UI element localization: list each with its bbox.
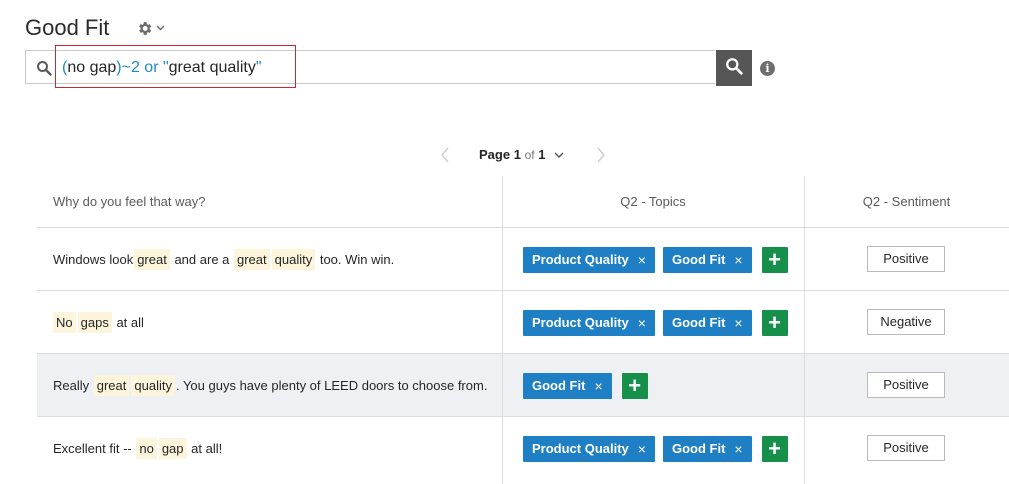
- page-select-chevron-down-icon[interactable]: [553, 148, 565, 160]
- table-row: No gaps at all Product Quality × Good Fit ×…: [37, 291, 1009, 354]
- close-icon[interactable]: ×: [638, 247, 646, 273]
- topic-tags: Good Fit × +: [523, 354, 648, 417]
- search-hit: great: [234, 249, 270, 270]
- close-icon[interactable]: ×: [638, 310, 646, 336]
- text-segment: Excellent fit --: [53, 441, 136, 456]
- topic-tag[interactable]: Product Quality ×: [523, 435, 655, 462]
- response-text: No gaps at all: [53, 291, 144, 354]
- search-hit: gaps: [77, 312, 112, 333]
- topic-tag[interactable]: Product Quality ×: [523, 246, 655, 273]
- column-header-topics: Q2 - Topics: [620, 194, 686, 209]
- topic-tag[interactable]: Good Fit ×: [662, 309, 752, 336]
- add-topic-button[interactable]: +: [761, 435, 788, 462]
- topic-tag[interactable]: Good Fit ×: [662, 246, 752, 273]
- query-proximity: ~2: [121, 59, 140, 76]
- close-icon[interactable]: ×: [734, 247, 742, 273]
- sentiment-button[interactable]: Negative: [867, 309, 945, 335]
- search-hit: no: [136, 438, 157, 459]
- close-icon[interactable]: ×: [734, 436, 742, 462]
- response-text: Windows look great and are a great qualit…: [53, 228, 394, 291]
- search-query-text[interactable]: (no gap)~2 or "great quality": [62, 57, 262, 79]
- topic-tags: Product Quality × Good Fit × +: [523, 228, 788, 291]
- text-segment: . You guys have plenty of LEED doors to …: [175, 378, 488, 393]
- topic-tags: Product Quality × Good Fit × +: [523, 417, 788, 480]
- query-term-1: no gap: [67, 59, 117, 76]
- table-row: Windows look great and are a great qualit…: [37, 228, 1009, 291]
- search-icon: [725, 57, 743, 80]
- gear-icon: [136, 20, 153, 37]
- topic-tag-label: Good Fit: [532, 377, 586, 393]
- topic-tag[interactable]: Good Fit ×: [523, 372, 612, 399]
- query-term-2: great quality: [168, 59, 256, 76]
- search-hit: No: [53, 312, 76, 333]
- page-indicator: Page 1 of 1: [479, 147, 545, 163]
- text-segment: at all: [112, 315, 144, 330]
- chevron-down-icon: [156, 25, 165, 31]
- table-row: Excellent fit -- no gap at all! Product Q…: [37, 417, 1009, 480]
- page-label: Page: [479, 147, 511, 162]
- topic-tags: Product Quality × Good Fit × +: [523, 291, 788, 354]
- close-icon[interactable]: ×: [638, 436, 646, 462]
- text-segment: too. Win win.: [316, 252, 395, 267]
- settings-menu-button[interactable]: [136, 18, 168, 38]
- search-hit: gap: [158, 438, 187, 459]
- column-header-sentiment: Q2 - Sentiment: [862, 194, 951, 209]
- topic-tag[interactable]: Good Fit ×: [662, 435, 752, 462]
- page-of-label: of: [524, 148, 535, 162]
- close-icon[interactable]: ×: [594, 373, 602, 399]
- query-operator: or: [139, 59, 163, 76]
- table-header-row: Why do you feel that way? Q2 - Topics Q2…: [37, 176, 1009, 228]
- add-topic-button[interactable]: +: [761, 309, 788, 336]
- total-pages: 1: [538, 147, 546, 162]
- add-topic-button[interactable]: +: [621, 372, 648, 399]
- close-icon[interactable]: ×: [734, 310, 742, 336]
- next-page-button[interactable]: [594, 146, 608, 164]
- topic-tag-label: Product Quality: [532, 251, 629, 267]
- previous-page-button[interactable]: [438, 146, 452, 164]
- add-topic-button[interactable]: +: [761, 246, 788, 273]
- info-icon[interactable]: i: [760, 61, 775, 76]
- topic-tag-label: Product Quality: [532, 440, 629, 456]
- text-segment: and are a: [170, 252, 233, 267]
- column-divider: [502, 176, 503, 484]
- text-segment: at all!: [187, 441, 223, 456]
- search-hit: great: [93, 375, 130, 396]
- sentiment-button[interactable]: Positive: [867, 435, 945, 461]
- topic-tag[interactable]: Product Quality ×: [523, 309, 655, 336]
- topic-tag-label: Good Fit: [671, 440, 726, 456]
- response-text: Really great quality. You guys have plent…: [53, 354, 487, 417]
- text-segment: Windows look: [53, 252, 134, 267]
- column-header-response: Why do you feel that way?: [53, 194, 206, 209]
- topic-tag-label: Good Fit: [671, 251, 726, 267]
- response-text: Excellent fit -- no gap at all!: [53, 417, 222, 480]
- table-row: Really great quality. You guys have plent…: [37, 354, 1009, 417]
- topic-tag-label: Good Fit: [671, 314, 726, 330]
- topic-tag-label: Product Quality: [532, 314, 629, 330]
- sentiment-button[interactable]: Positive: [867, 246, 945, 272]
- column-divider: [804, 176, 805, 484]
- current-page: 1: [513, 147, 521, 162]
- search-button[interactable]: [716, 50, 752, 86]
- text-segment: Really: [53, 378, 93, 393]
- search-hit: quality: [131, 375, 175, 396]
- page-title: Good Fit: [25, 15, 110, 40]
- query-quote-close: ": [255, 59, 262, 76]
- search-hit: great: [134, 249, 170, 270]
- sentiment-button[interactable]: Positive: [867, 372, 945, 398]
- search-hit: quality: [271, 249, 316, 270]
- search-icon: [36, 60, 52, 76]
